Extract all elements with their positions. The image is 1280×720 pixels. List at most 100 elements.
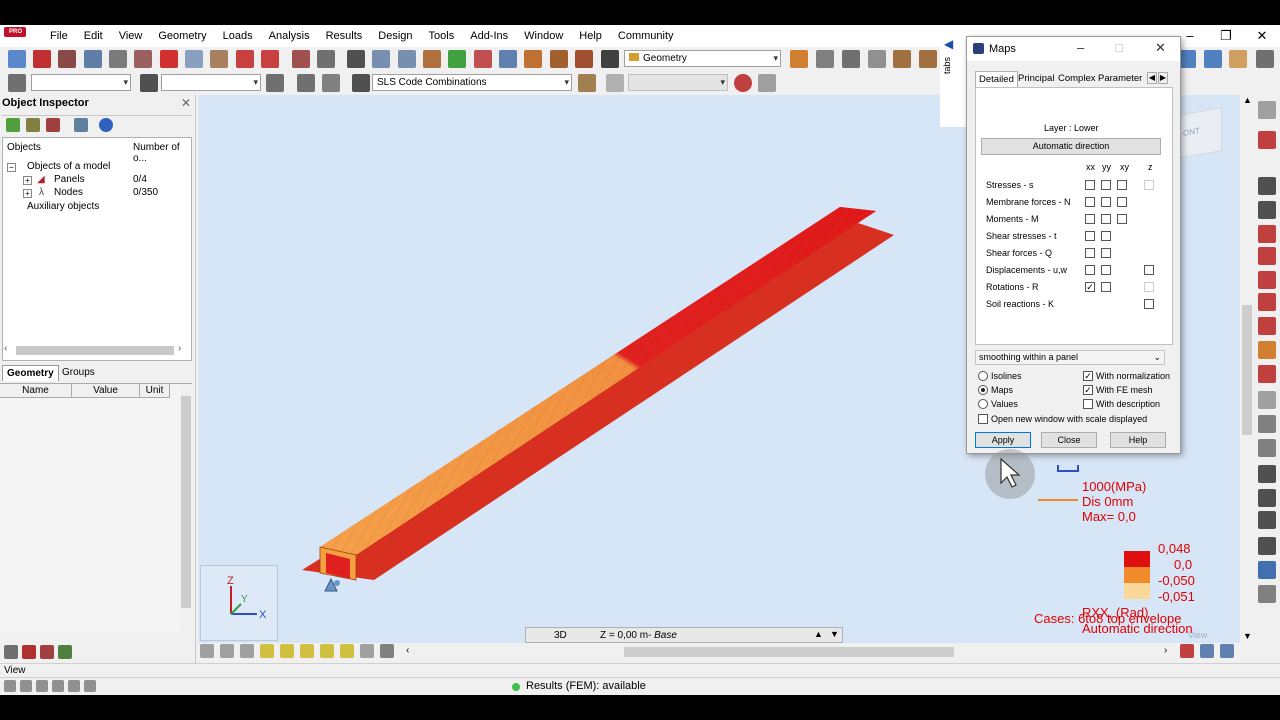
zoom-window-icon[interactable] — [372, 50, 390, 68]
layout-icon[interactable] — [317, 50, 335, 68]
save-icon[interactable] — [33, 50, 51, 68]
open-icon[interactable] — [84, 50, 102, 68]
sections-icon[interactable] — [919, 50, 937, 68]
mode-icon[interactable] — [578, 74, 596, 92]
maps-radio[interactable] — [978, 385, 988, 395]
numbers-icon[interactable] — [360, 644, 374, 658]
table-tool-icon[interactable] — [1258, 561, 1276, 579]
close-icon[interactable]: ✕ — [1155, 40, 1166, 56]
layout-dropdown[interactable]: Geometry ▾ — [624, 50, 781, 67]
structure-view-icon[interactable] — [1180, 644, 1194, 658]
scroll-thumb[interactable] — [16, 346, 174, 355]
help-arrow-icon[interactable] — [1256, 50, 1274, 68]
menu-design[interactable]: Design — [370, 25, 420, 47]
view-cube[interactable]: ONT — [1178, 107, 1222, 159]
membrane-yy-checkbox[interactable] — [1101, 197, 1111, 207]
line-tool-icon[interactable] — [1258, 201, 1276, 219]
maps-titlebar[interactable]: Maps – □ ✕ — [967, 37, 1180, 61]
view-3d-icon[interactable] — [499, 50, 517, 68]
layout-selector-icon[interactable] — [601, 50, 619, 68]
split-view-icon[interactable] — [1200, 644, 1214, 658]
rotation-yy-checkbox[interactable] — [1101, 282, 1111, 292]
preview-icon[interactable] — [109, 50, 127, 68]
grid-snap-icon[interactable] — [20, 680, 32, 692]
menu-analysis[interactable]: Analysis — [261, 25, 318, 47]
soil-z-checkbox[interactable] — [1144, 299, 1154, 309]
release-tool-icon[interactable] — [1258, 317, 1276, 335]
chevron-right-icon[interactable]: › — [178, 343, 181, 354]
loads-icon[interactable] — [40, 645, 54, 659]
membrane-xy-checkbox[interactable] — [1117, 197, 1127, 207]
tab-detailed[interactable]: Detailed — [975, 71, 1018, 87]
close-button[interactable]: Close — [1041, 432, 1097, 448]
combination-dropdown[interactable]: SLS Code Combinations ▾ — [372, 74, 572, 91]
shear-stress-xx-checkbox[interactable] — [1085, 231, 1095, 241]
solid-tool-icon[interactable] — [1258, 415, 1276, 433]
rotation-xx-checkbox[interactable]: ✓ — [1085, 282, 1095, 292]
case-select-icon[interactable] — [140, 74, 158, 92]
tab-scroll-right-icon[interactable]: ▶ — [1158, 72, 1168, 84]
close-icon[interactable]: ✕ — [1244, 25, 1280, 47]
collapse-icon[interactable]: − — [7, 163, 16, 172]
search-icon[interactable] — [74, 118, 88, 132]
new-icon[interactable] — [8, 50, 26, 68]
scroll-thumb[interactable] — [624, 647, 954, 657]
bar-tool-icon[interactable] — [1258, 177, 1276, 195]
tree-item-panels[interactable]: Panels — [54, 174, 85, 185]
grid-small-icon[interactable] — [380, 644, 394, 658]
tree-hscrollbar[interactable]: ‹ › — [2, 343, 188, 357]
ortho-icon[interactable] — [36, 680, 48, 692]
results-icon[interactable] — [58, 645, 72, 659]
design-tool-icon[interactable] — [1258, 585, 1276, 603]
frame-tool-icon[interactable] — [1258, 537, 1276, 555]
results-map-icon[interactable] — [734, 74, 752, 92]
membrane-xx-checkbox[interactable] — [1085, 197, 1095, 207]
refresh-view-icon[interactable] — [1220, 644, 1234, 658]
load-icon[interactable] — [1229, 50, 1247, 68]
delete-icon[interactable] — [160, 50, 178, 68]
moments-xx-checkbox[interactable] — [1085, 214, 1095, 224]
scroll-thumb[interactable] — [1242, 305, 1252, 435]
shear-stress-yy-checkbox[interactable] — [1101, 231, 1111, 241]
model-icon[interactable] — [22, 645, 36, 659]
values-radio[interactable] — [978, 399, 988, 409]
structure-icon[interactable] — [816, 50, 834, 68]
expand-icon[interactable]: + — [23, 176, 32, 185]
table-icon[interactable] — [292, 50, 310, 68]
shear-force-xx-checkbox[interactable] — [1085, 248, 1095, 258]
support-tool-icon[interactable] — [1258, 225, 1276, 243]
moments-yy-checkbox[interactable] — [1101, 214, 1111, 224]
displacement-z-checkbox[interactable] — [1144, 265, 1154, 275]
restore-icon[interactable]: ❐ — [1208, 25, 1244, 47]
scroll-thumb[interactable] — [181, 396, 191, 608]
moments-xy-checkbox[interactable] — [1117, 214, 1127, 224]
case-dropdown[interactable]: ▾ — [161, 74, 261, 91]
menu-addins[interactable]: Add-Ins — [462, 25, 516, 47]
section-tool-icon[interactable] — [1258, 247, 1276, 265]
panel-tool-icon[interactable] — [1258, 341, 1276, 359]
tab-principal[interactable]: Principal — [1015, 71, 1057, 87]
deformation-icon[interactable] — [758, 74, 776, 92]
numbering-icon[interactable] — [220, 644, 234, 658]
display-icon[interactable] — [524, 50, 542, 68]
tree-item-auxiliary[interactable]: Auxiliary objects — [27, 201, 99, 212]
home-view-icon[interactable] — [297, 74, 315, 92]
cross-tool-icon[interactable] — [1258, 511, 1276, 529]
chevron-right-icon[interactable]: › — [1164, 645, 1167, 656]
grid-tool-icon[interactable] — [1258, 489, 1276, 507]
supports-small-icon[interactable] — [300, 644, 314, 658]
pencil-icon[interactable] — [790, 50, 808, 68]
arrow-up-icon[interactable]: ▲ — [814, 629, 823, 639]
menu-edit[interactable]: Edit — [76, 25, 111, 47]
arrow-down-icon[interactable]: ▼ — [830, 629, 839, 639]
mesh-tool-icon[interactable] — [1258, 391, 1276, 409]
tab-groups[interactable]: Groups — [58, 365, 99, 381]
tab-geometry[interactable]: Geometry — [2, 365, 59, 381]
case-icon[interactable] — [322, 74, 340, 92]
object-snap-icon[interactable] — [52, 680, 64, 692]
copy-small-icon[interactable] — [68, 680, 80, 692]
ibeam-tool-icon[interactable] — [1258, 271, 1276, 289]
tree-root[interactable]: Objects of a model — [27, 161, 110, 172]
bars-small-icon[interactable] — [340, 644, 354, 658]
pencil-small-icon[interactable] — [280, 644, 294, 658]
